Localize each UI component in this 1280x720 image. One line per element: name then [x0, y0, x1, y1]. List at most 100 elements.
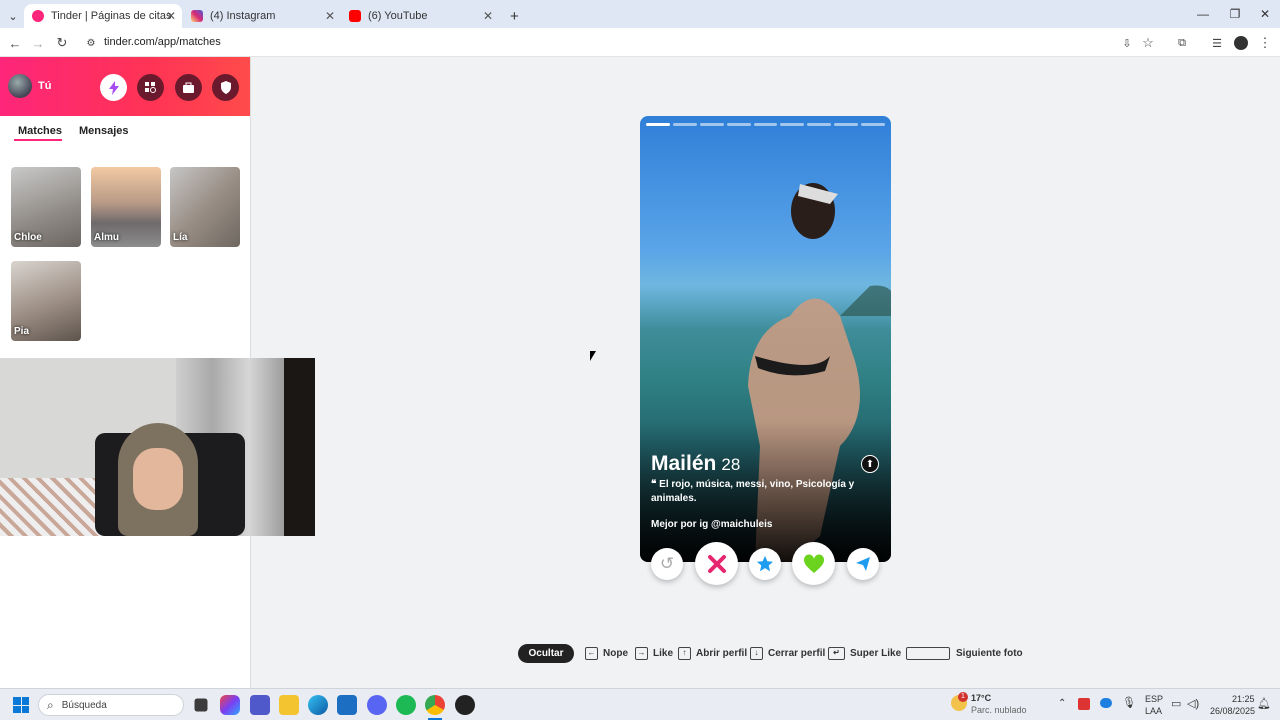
install-app-icon[interactable]: ⇩ [1118, 34, 1136, 52]
boost-bolt-icon[interactable] [100, 74, 127, 101]
webcam-overlay [0, 358, 315, 536]
chevron-up-icon[interactable]: ⌃ [1058, 698, 1066, 709]
rewind-icon: ↺ [659, 554, 675, 573]
match-card[interactable]: Pia [11, 261, 81, 341]
windows-start-icon[interactable] [13, 697, 29, 713]
browser-tab-bar: ⌄ Tinder | Páginas de citas ✕ (4) Instag… [0, 0, 1280, 28]
match-card[interactable]: Chloe [11, 167, 81, 247]
site-settings-icon[interactable]: ⚙ [82, 34, 100, 52]
hint-label: Cerrar perfil [768, 647, 826, 659]
tab-tinder[interactable]: Tinder | Páginas de citas ✕ [24, 4, 182, 28]
teams-icon[interactable] [250, 695, 270, 715]
x-icon [707, 554, 726, 573]
avatar[interactable] [8, 74, 32, 98]
explore-icon[interactable] [137, 74, 164, 101]
rewind-button[interactable]: ↺ [651, 548, 683, 580]
match-name: Almu [94, 232, 119, 243]
match-card[interactable]: Lía [170, 167, 240, 247]
tab-instagram[interactable]: (4) Instagram ✕ [183, 4, 341, 28]
clock-time[interactable]: 21:25 [1232, 694, 1255, 704]
like-button[interactable] [792, 542, 835, 585]
hide-shortcuts-button[interactable]: Ocultar [518, 644, 574, 663]
enter-key-icon: ↵ [828, 646, 845, 660]
hint-label: Like [653, 647, 674, 659]
chat-app-icon[interactable] [455, 695, 475, 715]
open-profile-arrow-icon[interactable]: ⬆ [861, 455, 879, 473]
url-field[interactable]: tinder.com/app/matches [104, 36, 221, 48]
match-name: Chloe [14, 232, 42, 243]
star-icon [756, 555, 774, 572]
weather-desc[interactable]: Parc. nublado [971, 705, 1027, 715]
language-top[interactable]: ESP [1145, 694, 1163, 704]
youtube-icon [349, 10, 361, 22]
tab-search-menu[interactable]: ⌄ [2, 4, 24, 28]
volume-icon[interactable]: ◁) [1187, 697, 1199, 710]
bookmark-star-icon[interactable]: ☆ [1139, 34, 1157, 52]
onedrive-icon[interactable] [1100, 698, 1112, 708]
extensions-icon[interactable]: ⧉ [1173, 34, 1191, 52]
clock-date[interactable]: 26/08/2025 [1210, 706, 1255, 716]
new-tab-button[interactable]: + [502, 4, 527, 28]
close-tab-icon[interactable]: ✕ [325, 9, 335, 23]
back-arrow-icon[interactable]: ← [6, 34, 24, 52]
profile-bio: ❝ El rojo, música, messi, vino, Psicolog… [651, 478, 871, 506]
media-control-icon[interactable]: ☰ [1208, 34, 1226, 52]
close-tab-icon[interactable]: ✕ [166, 9, 176, 23]
search-icon: ⌕ [47, 697, 54, 712]
space-key-icon [906, 646, 950, 660]
chrome-icon[interactable] [425, 695, 445, 715]
file-explorer-icon[interactable] [279, 695, 299, 715]
profile-name: Mailén 28 [651, 452, 740, 476]
more-menu-icon[interactable]: ⋮ [1256, 34, 1274, 52]
store-icon[interactable] [337, 695, 357, 715]
safety-shield-icon[interactable] [212, 74, 239, 101]
super-like-button[interactable] [749, 548, 781, 580]
active-tab-underline [14, 139, 62, 141]
left-key-icon: ← [585, 646, 598, 660]
tab-title: (4) Instagram [210, 10, 276, 22]
weather-temp[interactable]: 17°C [971, 693, 991, 703]
network-icon[interactable]: ▭ [1171, 697, 1181, 710]
profile-avatar-icon[interactable] [1232, 34, 1250, 52]
taskbar-search[interactable]: ⌕ Búsqueda [38, 694, 184, 716]
tab-messages[interactable]: Mensajes [79, 125, 129, 137]
task-view-icon[interactable] [194, 698, 208, 712]
microphone-icon[interactable]: 🎙︎ [1122, 696, 1136, 709]
close-tab-icon[interactable]: ✕ [483, 9, 493, 23]
language-bottom[interactable]: LAA [1145, 706, 1162, 716]
match-name: Lía [173, 232, 188, 243]
minimize-icon[interactable]: — [1186, 0, 1220, 28]
tab-title: (6) YouTube [368, 10, 428, 22]
spotify-icon[interactable] [396, 695, 416, 715]
hint-close-profile: ↓ Cerrar perfil [750, 645, 825, 661]
send-message-button[interactable] [847, 548, 879, 580]
hint-like: → Like [635, 645, 673, 661]
profile-age: 28 [721, 455, 741, 474]
match-card[interactable]: Almu [91, 167, 161, 247]
copilot-icon[interactable] [220, 695, 240, 715]
user-label[interactable]: Tú [38, 80, 51, 92]
tray-app-icon[interactable] [1078, 698, 1090, 710]
reload-icon[interactable]: ↻ [53, 34, 71, 52]
down-key-icon: ↓ [750, 646, 763, 660]
discord-icon[interactable] [367, 695, 387, 715]
profile-card[interactable]: Mailén 28 ❝ El rojo, música, messi, vino,… [640, 116, 891, 562]
paper-plane-icon [856, 557, 870, 571]
mouse-cursor [590, 351, 596, 361]
restore-icon[interactable]: ❐ [1218, 0, 1252, 28]
close-window-icon[interactable]: ✕ [1248, 0, 1280, 28]
nope-button[interactable] [695, 542, 738, 585]
notifications-bell-icon[interactable]: 🔔︎ [1257, 697, 1271, 710]
tinder-flame-icon [32, 10, 44, 22]
heart-icon [803, 553, 824, 573]
tab-youtube[interactable]: (6) YouTube ✕ [341, 4, 499, 28]
hint-super-like: ↵ Super Like [828, 645, 901, 661]
edge-icon[interactable] [308, 695, 328, 715]
briefcase-icon[interactable] [175, 74, 202, 101]
tab-title: Tinder | Páginas de citas [51, 10, 172, 22]
tab-matches[interactable]: Matches [18, 125, 62, 137]
forward-arrow-icon[interactable]: → [29, 34, 47, 52]
windows-taskbar: ⌕ Búsqueda 1 17°C Parc. nublado ⌃ 🎙︎ ESP … [0, 688, 1280, 720]
hint-label: Super Like [850, 647, 902, 659]
sidebar-header: Tú [0, 57, 250, 116]
